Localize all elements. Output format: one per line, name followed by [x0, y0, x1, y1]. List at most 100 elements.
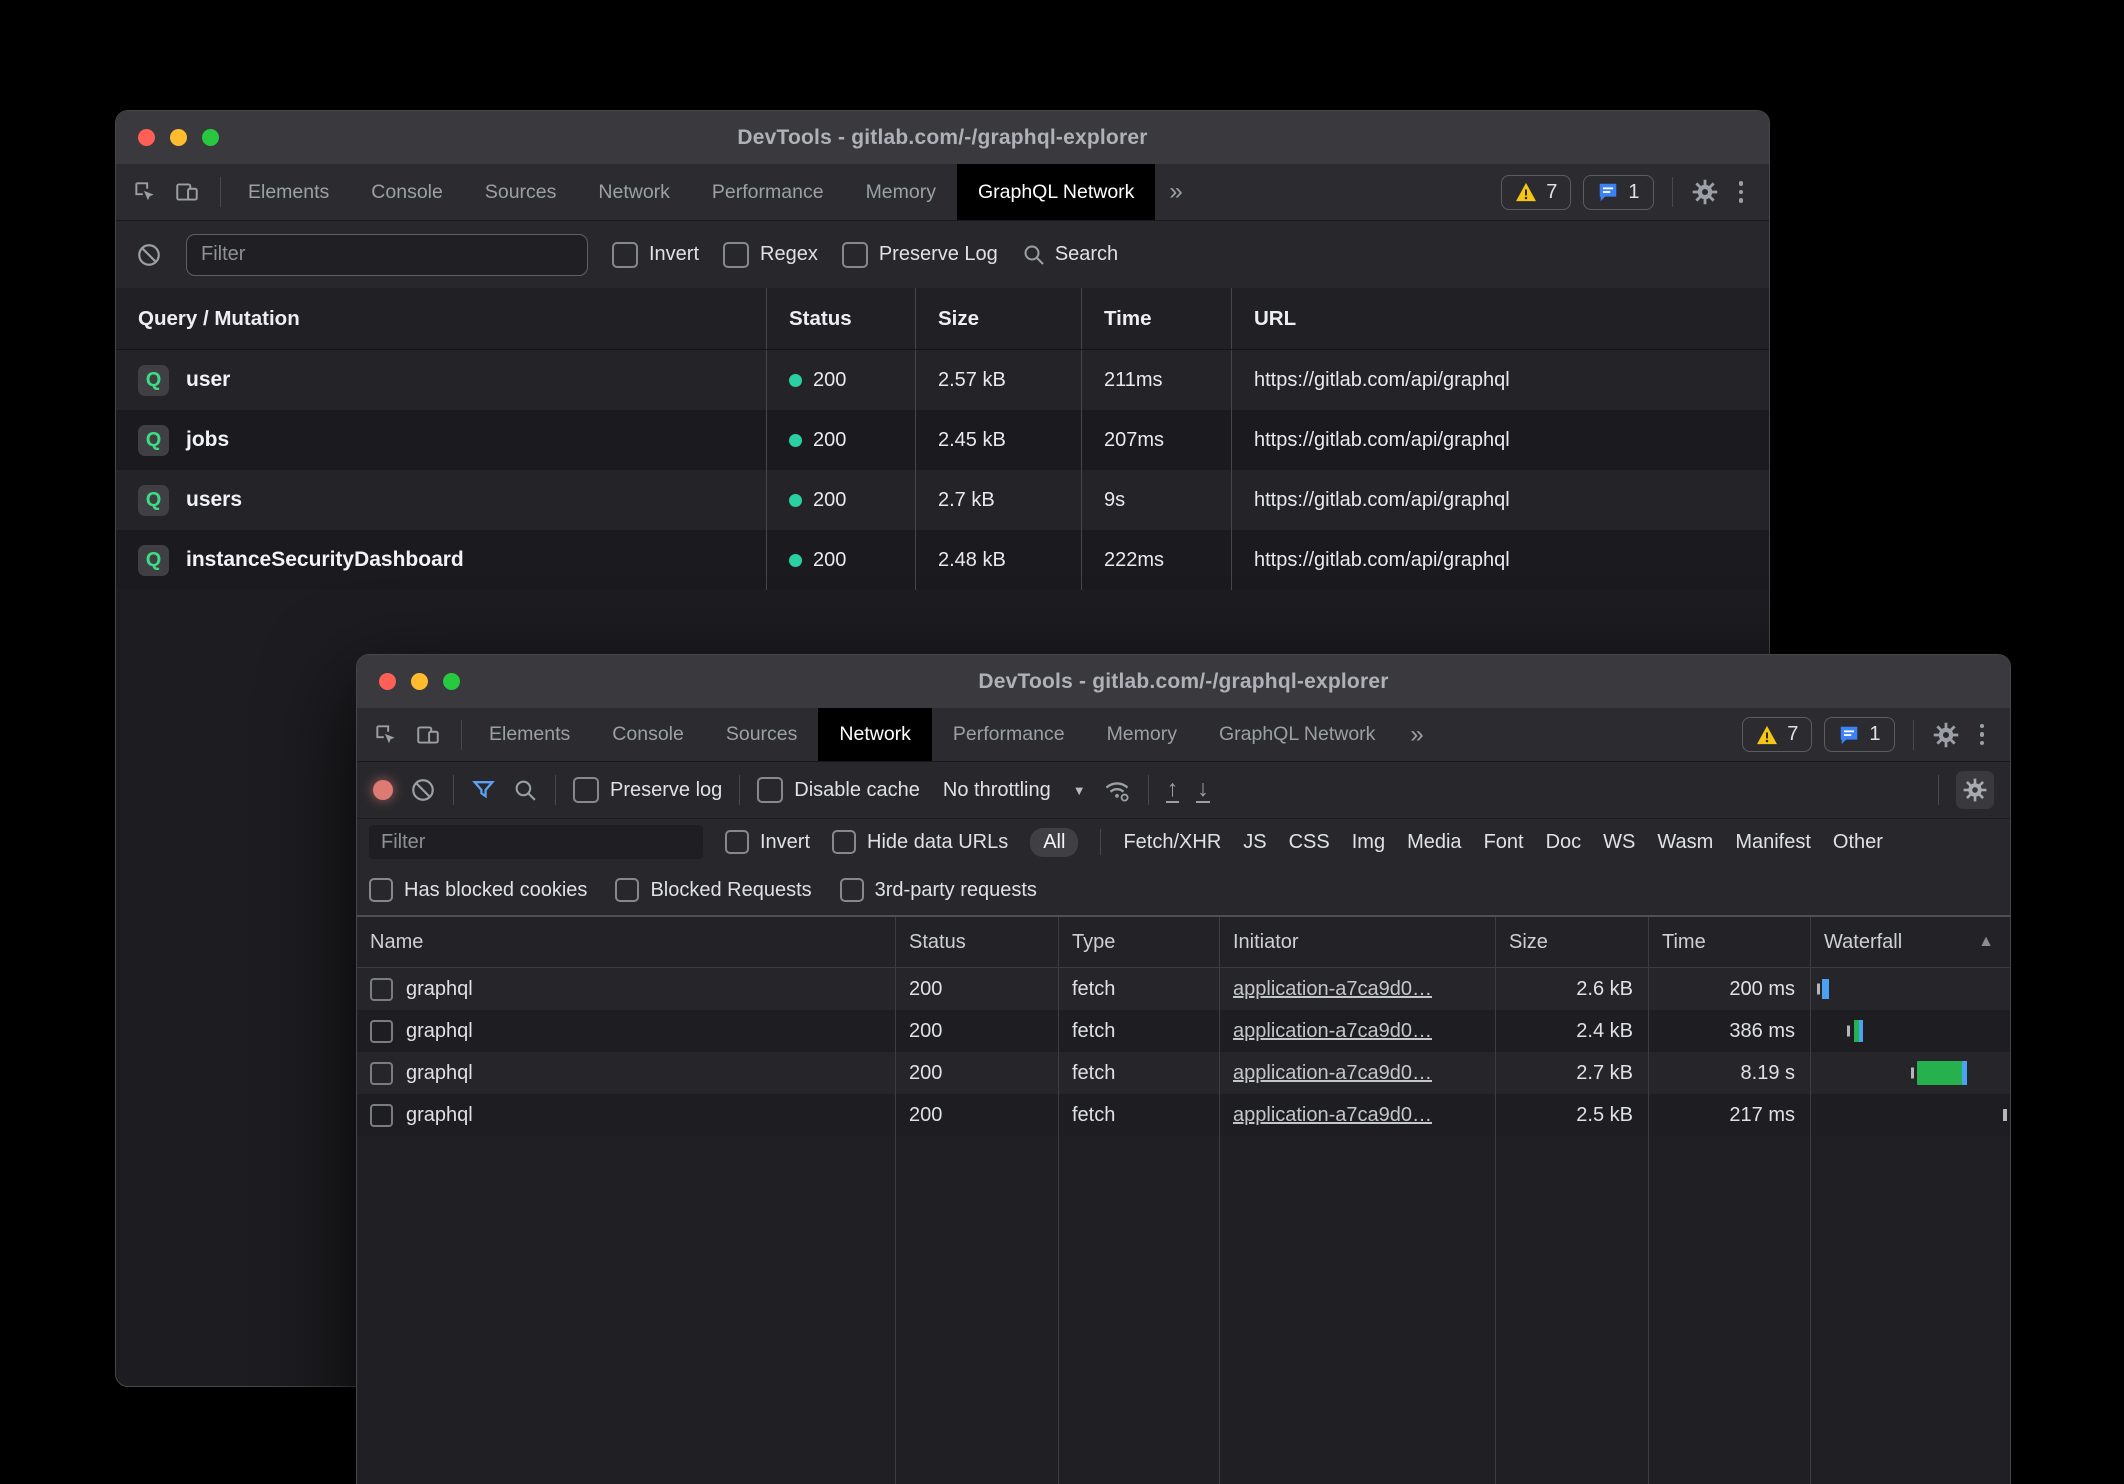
column-header-query-mutation[interactable]: Query / Mutation — [116, 288, 766, 349]
warnings-badge[interactable]: 7 — [1501, 175, 1571, 210]
hide-data-urls-checkbox[interactable]: Hide data URLs — [832, 830, 1008, 854]
disable-cache-checkbox[interactable]: Disable cache — [757, 777, 920, 803]
sort-ascending-icon[interactable]: ▲ — [1978, 933, 1994, 951]
tab-graphql-network[interactable]: GraphQL Network — [1198, 708, 1396, 761]
invert-checkbox[interactable]: Invert — [612, 242, 699, 268]
settings-gear-icon[interactable] — [1932, 721, 1960, 749]
resource-chip-css[interactable]: CSS — [1289, 831, 1330, 854]
tab-elements[interactable]: Elements — [227, 164, 350, 220]
checkbox[interactable] — [842, 242, 868, 268]
filter-input[interactable] — [186, 234, 588, 276]
column-header-type[interactable]: Type — [1058, 917, 1219, 967]
issues-badge[interactable]: 1 — [1824, 717, 1894, 752]
tab-network[interactable]: Network — [818, 708, 932, 761]
column-header-waterfall[interactable]: Waterfall ▲ — [1810, 917, 2010, 967]
throttling-dropdown[interactable]: No throttling ▼ — [943, 779, 1086, 802]
record-network-log-button[interactable] — [373, 780, 393, 800]
clear-icon[interactable] — [136, 242, 162, 268]
zoom-window-button[interactable] — [202, 129, 219, 146]
tab-network[interactable]: Network — [577, 164, 691, 220]
checkbox[interactable] — [615, 878, 639, 902]
resource-chip-wasm[interactable]: Wasm — [1657, 831, 1713, 854]
column-header-status[interactable]: Status — [766, 288, 915, 349]
tab-elements[interactable]: Elements — [468, 708, 591, 761]
tab-sources[interactable]: Sources — [705, 708, 819, 761]
warnings-badge[interactable]: 7 — [1742, 717, 1812, 752]
kebab-menu-icon[interactable] — [1972, 724, 1993, 746]
initiator-link[interactable]: application-a7ca9d0… — [1233, 1104, 1432, 1127]
toggle-device-toolbar-icon[interactable] — [174, 179, 200, 205]
tab-performance[interactable]: Performance — [691, 164, 845, 220]
minimize-window-button[interactable] — [411, 673, 428, 690]
filter-input[interactable] — [369, 825, 703, 859]
initiator-link[interactable]: application-a7ca9d0… — [1233, 1020, 1432, 1043]
tab-sources[interactable]: Sources — [464, 164, 578, 220]
checkbox[interactable] — [725, 830, 749, 854]
resource-chip-manifest[interactable]: Manifest — [1735, 831, 1811, 854]
table-row[interactable]: Q instanceSecurityDashboard 200 2.48 kB … — [116, 530, 1769, 590]
close-window-button[interactable] — [138, 129, 155, 146]
table-row[interactable]: Q users 200 2.7 kB 9s https://gitlab.com… — [116, 470, 1769, 530]
column-header-size[interactable]: Size — [1495, 917, 1648, 967]
close-window-button[interactable] — [379, 673, 396, 690]
row-checkbox[interactable] — [370, 1062, 393, 1085]
checkbox[interactable] — [369, 878, 393, 902]
resource-chip-media[interactable]: Media — [1407, 831, 1461, 854]
export-har-icon[interactable]: ↓ — [1196, 777, 1210, 803]
checkbox[interactable] — [840, 878, 864, 902]
resource-chip-font[interactable]: Font — [1484, 831, 1524, 854]
resource-chip-ws[interactable]: WS — [1603, 831, 1635, 854]
table-row[interactable]: graphql 200 fetch application-a7ca9d0… 2… — [357, 968, 2010, 1010]
table-row[interactable]: graphql 200 fetch application-a7ca9d0… 2… — [357, 1052, 2010, 1094]
has-blocked-cookies-checkbox[interactable]: Has blocked cookies — [369, 878, 587, 902]
inspect-element-icon[interactable] — [373, 722, 399, 748]
tab-graphql-network[interactable]: GraphQL Network — [957, 164, 1155, 220]
search-button[interactable]: Search — [1022, 243, 1118, 267]
title-bar[interactable]: DevTools - gitlab.com/-/graphql-explorer — [357, 655, 2010, 708]
zoom-window-button[interactable] — [443, 673, 460, 690]
checkbox[interactable] — [612, 242, 638, 268]
more-tabs-icon[interactable]: » — [1396, 708, 1437, 761]
table-row[interactable]: graphql 200 fetch application-a7ca9d0… 2… — [357, 1010, 2010, 1052]
tab-performance[interactable]: Performance — [932, 708, 1086, 761]
invert-checkbox[interactable]: Invert — [725, 830, 810, 854]
initiator-link[interactable]: application-a7ca9d0… — [1233, 1062, 1432, 1085]
column-header-url[interactable]: URL — [1231, 288, 1769, 349]
table-row[interactable]: Q user 200 2.57 kB 211ms https://gitlab.… — [116, 350, 1769, 410]
table-row[interactable]: Q jobs 200 2.45 kB 207ms https://gitlab.… — [116, 410, 1769, 470]
column-header-initiator[interactable]: Initiator — [1219, 917, 1495, 967]
kebab-menu-icon[interactable] — [1731, 181, 1752, 203]
network-settings-gear-icon[interactable] — [1956, 771, 1994, 809]
settings-gear-icon[interactable] — [1691, 178, 1719, 206]
search-icon[interactable] — [513, 778, 538, 803]
resource-chip-fetch-xhr[interactable]: Fetch/XHR — [1123, 831, 1221, 854]
third-party-requests-checkbox[interactable]: 3rd-party requests — [840, 878, 1037, 902]
clear-network-log-icon[interactable] — [410, 777, 436, 803]
title-bar[interactable]: DevTools - gitlab.com/-/graphql-explorer — [116, 111, 1769, 164]
row-checkbox[interactable] — [370, 1104, 393, 1127]
filter-funnel-icon[interactable] — [471, 778, 496, 803]
checkbox[interactable] — [832, 830, 856, 854]
tab-console[interactable]: Console — [350, 164, 464, 220]
regex-checkbox[interactable]: Regex — [723, 242, 818, 268]
checkbox[interactable] — [723, 242, 749, 268]
resource-chip-img[interactable]: Img — [1352, 831, 1385, 854]
table-row[interactable]: graphql 200 fetch application-a7ca9d0… 2… — [357, 1094, 2010, 1136]
row-checkbox[interactable] — [370, 1020, 393, 1043]
network-conditions-icon[interactable] — [1103, 776, 1131, 804]
resource-chip-doc[interactable]: Doc — [1546, 831, 1582, 854]
column-header-size[interactable]: Size — [915, 288, 1081, 349]
resource-chip-js[interactable]: JS — [1243, 831, 1266, 854]
checkbox[interactable] — [757, 777, 783, 803]
tab-memory[interactable]: Memory — [1086, 708, 1198, 761]
column-header-time[interactable]: Time — [1081, 288, 1231, 349]
checkbox[interactable] — [573, 777, 599, 803]
toggle-device-toolbar-icon[interactable] — [415, 722, 441, 748]
issues-badge[interactable]: 1 — [1583, 175, 1653, 210]
blocked-requests-checkbox[interactable]: Blocked Requests — [615, 878, 811, 902]
tab-console[interactable]: Console — [591, 708, 705, 761]
column-header-name[interactable]: Name — [357, 917, 895, 967]
preserve-log-checkbox[interactable]: Preserve Log — [842, 242, 998, 268]
column-header-status[interactable]: Status — [895, 917, 1058, 967]
import-har-icon[interactable]: ↑ — [1166, 777, 1180, 803]
